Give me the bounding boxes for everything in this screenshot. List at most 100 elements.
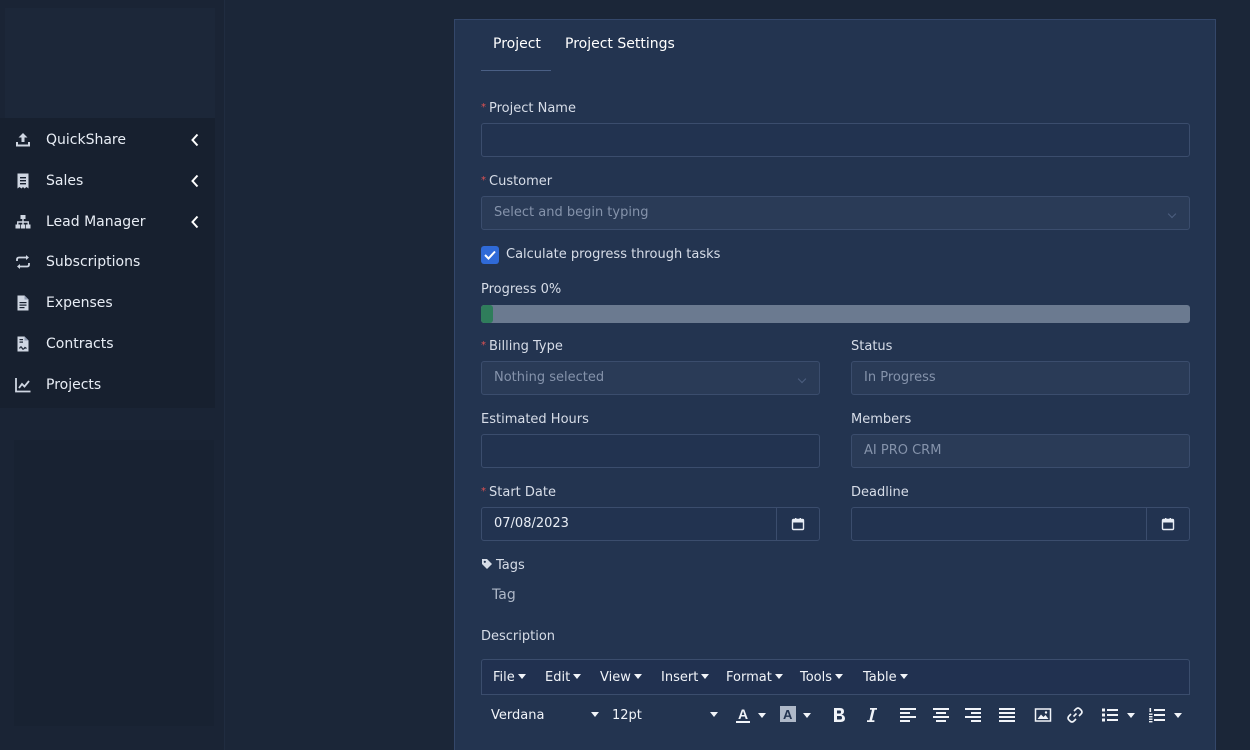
caret-down-icon [573, 674, 582, 679]
sidebar-item-projects[interactable]: Projects [0, 365, 215, 405]
tag-icon [482, 559, 492, 569]
chevron-left-icon [188, 174, 202, 188]
caret-down-icon [591, 712, 599, 717]
start-date-calendar-button[interactable] [776, 508, 819, 540]
align-left-icon [900, 708, 916, 722]
chevron-left-icon [188, 215, 202, 229]
align-center-button[interactable] [932, 705, 950, 725]
sidebar-lower-area [14, 440, 214, 726]
sidebar-nav: QuickShare Sales Lead Manager Subscripti… [0, 118, 215, 408]
caret-down-icon [633, 674, 642, 679]
billing-type-label: * Billing Type [481, 339, 563, 354]
text-color-button[interactable]: A [734, 705, 772, 725]
bold-button[interactable] [831, 705, 847, 725]
progress-slider[interactable] [481, 305, 1190, 323]
editor-menu-view[interactable]: View [600, 670, 642, 685]
caret-down-icon [517, 674, 526, 679]
italic-button[interactable] [865, 705, 879, 725]
align-justify-icon [999, 708, 1015, 722]
bullet-list-icon [1102, 708, 1118, 722]
sidebar-item-sales[interactable]: Sales [0, 161, 215, 201]
sidebar-item-lead-manager[interactable]: Lead Manager [0, 202, 215, 242]
chevron-down-icon [1167, 209, 1177, 219]
sidebar-item-subscriptions[interactable]: Subscriptions [0, 242, 215, 282]
upload-icon [14, 131, 32, 149]
deadline-label: Deadline [851, 485, 909, 500]
check-icon [484, 250, 496, 260]
align-justify-button[interactable] [998, 705, 1016, 725]
start-date-input[interactable]: 07/08/2023 [481, 507, 820, 541]
align-left-button[interactable] [899, 705, 917, 725]
align-right-button[interactable] [964, 705, 982, 725]
numbered-list-icon [1149, 708, 1165, 723]
caret-down-icon [774, 674, 783, 679]
status-select[interactable]: In Progress [851, 361, 1190, 395]
caret-down-icon [758, 712, 766, 718]
image-icon [1034, 708, 1052, 722]
receipt-icon [14, 172, 32, 190]
caret-down-icon [1127, 712, 1135, 718]
sidebar-item-label: Lead Manager [46, 214, 146, 230]
svg-text:A: A [738, 706, 748, 722]
logo-area [5, 8, 215, 120]
font-size-select[interactable]: 12pt [612, 705, 718, 725]
calendar-icon [1161, 518, 1175, 531]
progress-fill [481, 305, 493, 323]
svg-text:A: A [783, 707, 793, 722]
numbered-list-button[interactable] [1148, 705, 1186, 725]
editor-menu-tools[interactable]: Tools [800, 670, 844, 685]
tab-project[interactable]: Project [493, 36, 541, 52]
tab-project-settings[interactable]: Project Settings [565, 36, 675, 52]
sidebar-item-label: Contracts [46, 336, 114, 352]
editor-toolbar: Verdana 12pt A A [481, 695, 1190, 735]
project-name-input[interactable] [481, 123, 1190, 157]
file-contract-icon [14, 335, 32, 353]
repeat-icon [14, 253, 32, 271]
editor-menu-file[interactable]: File [493, 670, 526, 685]
sidebar-item-quickshare[interactable]: QuickShare [0, 120, 215, 160]
tag-input[interactable]: Tag [492, 587, 516, 603]
caret-down-icon [835, 674, 844, 679]
sidebar-item-contracts[interactable]: Contracts [0, 324, 215, 364]
customer-select[interactable]: Select and begin typing [481, 196, 1190, 230]
description-label: Description [481, 629, 556, 644]
members-select[interactable]: AI PRO CRM [851, 434, 1190, 468]
tab-active-indicator [481, 70, 551, 71]
font-family-select[interactable]: Verdana [491, 705, 599, 725]
calendar-icon [791, 518, 805, 531]
caret-down-icon [1174, 712, 1182, 718]
sidebar-item-label: QuickShare [46, 132, 126, 148]
sidebar-item-expenses[interactable]: Expenses [0, 283, 215, 323]
billing-type-placeholder: Nothing selected [494, 370, 605, 385]
align-right-icon [965, 708, 981, 722]
billing-type-select[interactable]: Nothing selected [481, 361, 820, 395]
estimated-hours-input[interactable] [481, 434, 820, 468]
insert-link-button[interactable] [1066, 705, 1084, 725]
calculate-progress-checkbox[interactable] [481, 246, 499, 264]
deadline-calendar-button[interactable] [1146, 508, 1189, 540]
status-label: Status [851, 339, 893, 354]
editor-menu-table[interactable]: Table [863, 670, 908, 685]
bullet-list-button[interactable] [1101, 705, 1139, 725]
sidebar: QuickShare Sales Lead Manager Subscripti… [0, 0, 225, 750]
background-color-button[interactable]: A [779, 705, 817, 725]
editor-menu-format[interactable]: Format [726, 670, 783, 685]
link-icon [1067, 707, 1083, 723]
font-size-value: 12pt [612, 707, 642, 723]
deadline-input[interactable] [851, 507, 1190, 541]
customer-label: * Customer [481, 174, 553, 189]
background-color-icon: A [780, 706, 796, 722]
members-value: AI PRO CRM [864, 443, 942, 458]
progress-label: Progress 0% [481, 282, 562, 297]
project-form-panel: Project Project Settings * Project Name *… [454, 19, 1216, 750]
editor-menu-insert[interactable]: Insert [661, 670, 710, 685]
sidebar-item-label: Expenses [46, 295, 113, 311]
required-marker: * [481, 340, 486, 351]
status-value: In Progress [864, 370, 936, 385]
caret-down-icon [701, 674, 710, 679]
bold-icon [834, 708, 845, 722]
insert-image-button[interactable] [1034, 705, 1052, 725]
editor-menu-edit[interactable]: Edit [545, 670, 582, 685]
sidebar-item-label: Sales [46, 173, 84, 189]
caret-down-icon [710, 712, 718, 717]
